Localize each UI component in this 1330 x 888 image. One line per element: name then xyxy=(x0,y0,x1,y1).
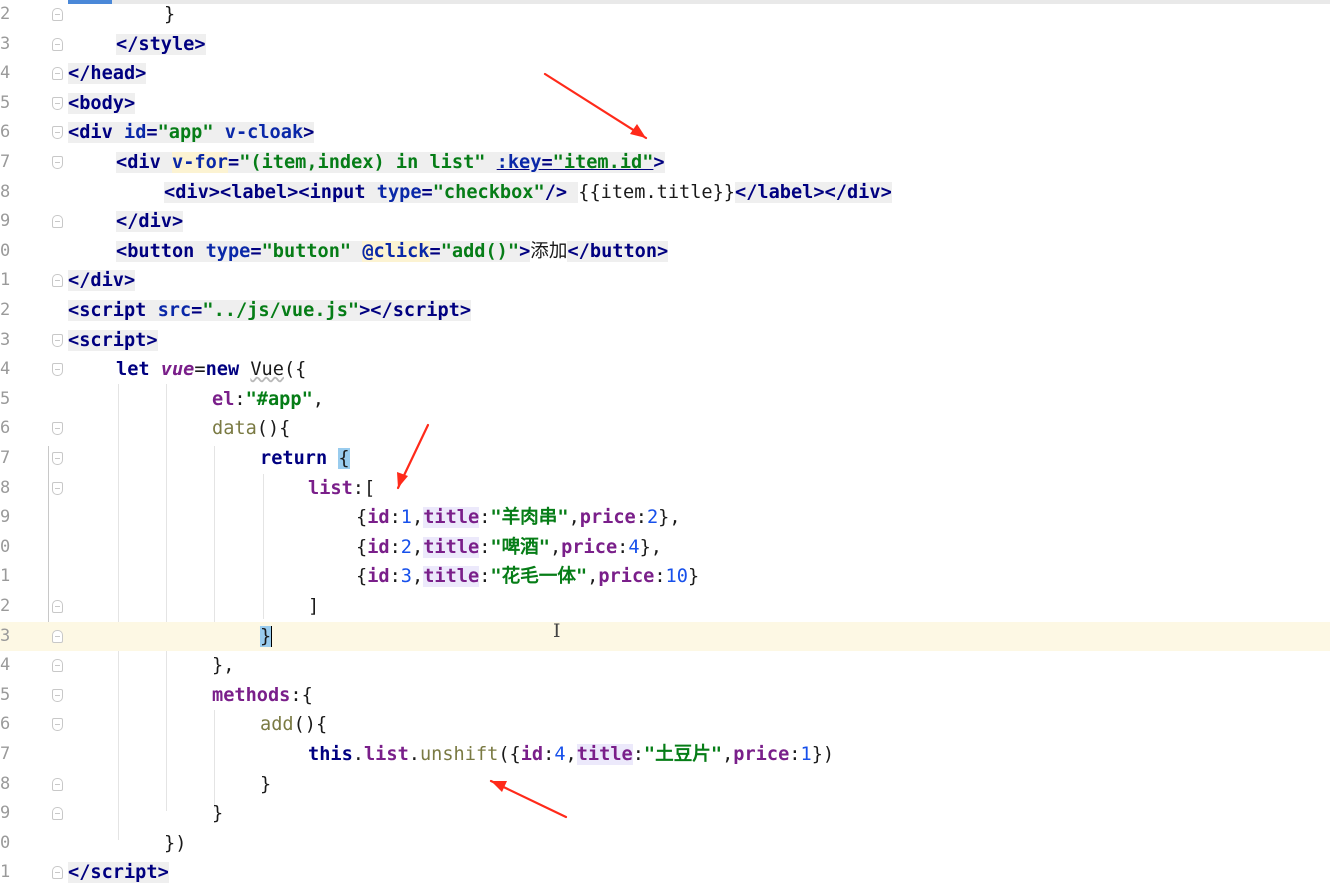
red-arrow-head xyxy=(397,472,408,488)
red-arrow-icon xyxy=(543,72,648,140)
annotation-layer xyxy=(396,72,648,819)
red-arrow-head xyxy=(630,124,646,138)
